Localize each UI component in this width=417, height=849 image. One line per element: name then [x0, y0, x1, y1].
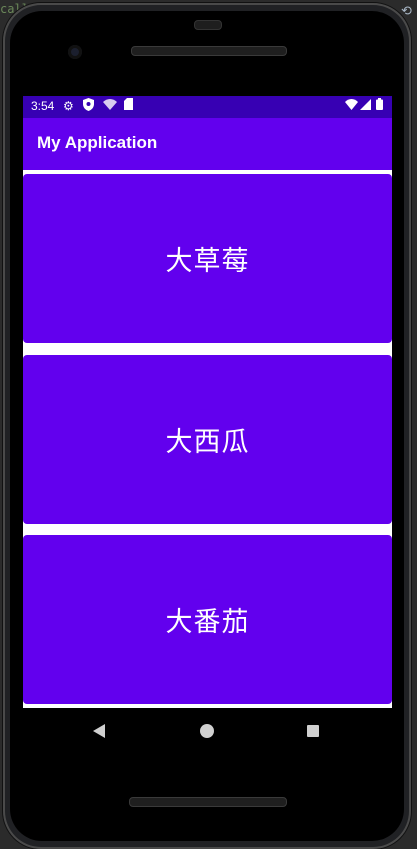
status-bar: 3:54 ⚙: [23, 96, 392, 118]
bottom-speaker-grille: [129, 797, 287, 807]
fruit-card-watermelon[interactable]: 大西瓜: [23, 355, 392, 524]
back-icon[interactable]: [93, 724, 105, 738]
sd-card-icon: [124, 98, 133, 114]
home-icon[interactable]: [200, 724, 214, 738]
rotate-device-icon[interactable]: ⟲: [401, 4, 415, 19]
settings-icon: ⚙: [63, 99, 74, 113]
front-camera-icon: [68, 45, 82, 59]
app-bar: My Application: [23, 118, 392, 170]
fruit-card-tomato[interactable]: 大番茄: [23, 535, 392, 704]
app-title: My Application: [37, 133, 158, 152]
device-screen: 3:54 ⚙ My Application 大草莓 大西瓜 大番茄: [23, 96, 392, 708]
fruit-card-strawberry[interactable]: 大草莓: [23, 174, 392, 343]
navigation-bar: [23, 708, 392, 754]
battery-icon: [376, 98, 383, 114]
wifi-signal-icon: [345, 98, 358, 114]
shield-icon: [83, 98, 94, 115]
cell-signal-icon: [360, 98, 371, 114]
earpiece: [194, 20, 222, 30]
recents-icon[interactable]: [307, 725, 319, 737]
wifi-icon: [103, 98, 117, 114]
status-time: 3:54: [31, 99, 55, 113]
top-speaker-grille: [131, 46, 287, 56]
